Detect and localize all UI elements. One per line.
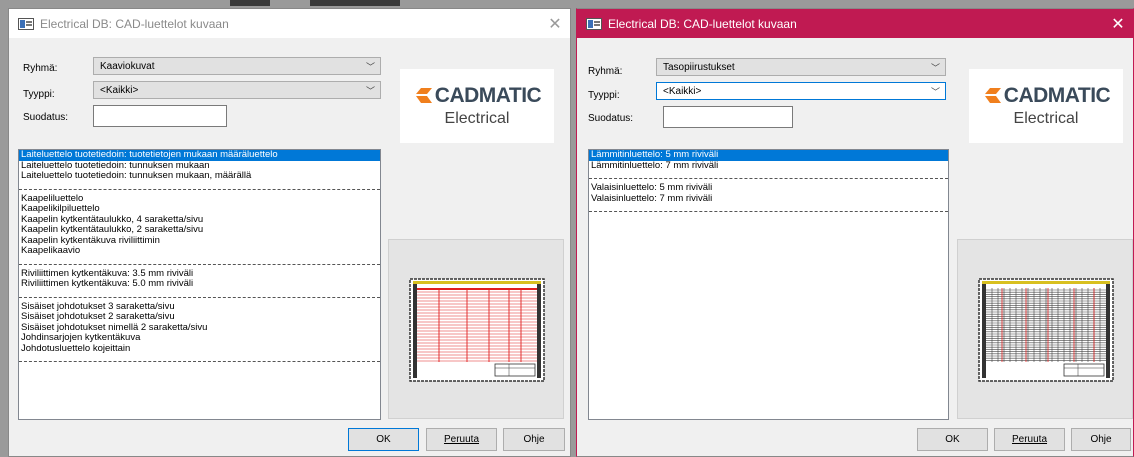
close-icon[interactable]: ✕ — [1103, 9, 1133, 38]
cadmatic-logo: CADMATIC Electrical — [400, 69, 554, 143]
ok-button[interactable]: OK — [917, 428, 988, 451]
cancel-label: Peruuta — [1011, 434, 1048, 445]
preview-thumbnail — [409, 278, 545, 382]
app-icon — [586, 17, 602, 30]
list-item[interactable]: Laiteluettelo tuotetiedoin: tunnuksen mu… — [19, 170, 380, 182]
list-separator — [19, 354, 380, 362]
template-list[interactable]: Lämmitinluettelo: 5 mm riviväli Lämmitinl… — [588, 149, 949, 420]
dialog-active: Electrical DB: CAD-luettelot kuvaan ✕ Ry… — [576, 8, 1134, 457]
background-strip — [230, 0, 270, 6]
list-item[interactable]: Kaapelin kytkentätaulukko, 2 saraketta/s… — [19, 224, 380, 236]
desktop: Electrical DB: CAD-luettelot kuvaan ✕ Ry… — [0, 0, 1134, 457]
list-item[interactable]: Valaisinluettelo: 5 mm riviväli — [589, 182, 948, 194]
type-dropdown[interactable]: <Kaikki> ﹀ — [656, 82, 946, 100]
group-label: Ryhmä: — [23, 63, 58, 74]
title-bar[interactable]: Electrical DB: CAD-luettelot kuvaan ✕ — [577, 9, 1133, 38]
type-value: <Kaikki> — [663, 85, 702, 97]
group-dropdown[interactable]: Kaaviokuvat ﹀ — [93, 57, 381, 75]
cadmatic-logo-mark — [984, 88, 1001, 103]
list-separator — [19, 182, 380, 190]
brand-name: CADMATIC — [434, 84, 542, 107]
preview-thumbnail — [978, 278, 1114, 382]
list-item[interactable]: Johdotusluettelo kojeittain — [19, 343, 380, 355]
list-separator — [589, 171, 948, 179]
cancel-button[interactable]: Peruuta — [426, 428, 497, 451]
group-label: Ryhmä: — [588, 66, 623, 77]
help-button[interactable]: Ohje — [503, 428, 565, 451]
preview-panel — [957, 239, 1133, 419]
list-item[interactable]: Riviliittimen kytkentäkuva: 5.0 mm riviv… — [19, 278, 380, 290]
filter-input[interactable] — [93, 105, 227, 127]
type-label: Tyyppi: — [588, 90, 620, 101]
group-dropdown[interactable]: Tasopiirustukset ﹀ — [656, 58, 946, 76]
filter-label: Suodatus: — [588, 113, 634, 124]
list-item[interactable]: Laiteluettelo tuotetiedoin: tuotetietoje… — [19, 150, 380, 161]
type-dropdown[interactable]: <Kaikki> ﹀ — [93, 81, 381, 99]
chevron-down-icon: ﹀ — [930, 87, 940, 97]
help-button[interactable]: Ohje — [1071, 428, 1131, 451]
list-item[interactable]: Kaapelikaavio — [19, 245, 380, 257]
title-bar[interactable]: Electrical DB: CAD-luettelot kuvaan ✕ — [9, 9, 570, 38]
product-name: Electrical — [444, 110, 510, 127]
list-item[interactable]: Kaapelikilpiluettelo — [19, 203, 380, 215]
filter-input[interactable] — [663, 106, 793, 128]
filter-label: Suodatus: — [23, 112, 69, 123]
dialog-inactive: Electrical DB: CAD-luettelot kuvaan ✕ Ry… — [8, 8, 571, 457]
list-item[interactable]: Valaisinluettelo: 7 mm riviväli — [589, 193, 948, 205]
preview-panel — [388, 239, 564, 419]
close-icon[interactable]: ✕ — [540, 9, 570, 38]
list-item[interactable]: Lämmitinluettelo: 5 mm riviväli — [589, 150, 948, 161]
group-value: Tasopiirustukset — [663, 61, 735, 73]
type-label: Tyyppi: — [23, 89, 55, 100]
chevron-down-icon: ﹀ — [930, 63, 940, 73]
chevron-down-icon: ﹀ — [365, 62, 375, 72]
app-icon — [18, 17, 34, 30]
product-name: Electrical — [1013, 110, 1079, 127]
brand-name: CADMATIC — [1003, 84, 1111, 107]
template-list[interactable]: Laiteluettelo tuotetiedoin: tuotetietoje… — [18, 149, 381, 420]
window-title: Electrical DB: CAD-luettelot kuvaan — [608, 16, 797, 31]
list-item[interactable]: Sisäiset johdotukset 2 saraketta/sivu — [19, 311, 380, 323]
cancel-label: Peruuta — [443, 434, 480, 445]
cadmatic-logo-mark — [415, 88, 432, 103]
list-item[interactable]: Lämmitinluettelo: 7 mm riviväli — [589, 160, 948, 172]
type-value: <Kaikki> — [100, 84, 139, 96]
background-strip — [310, 0, 400, 6]
list-item[interactable]: Johdinsarjojen kytkentäkuva — [19, 332, 380, 344]
list-separator — [19, 290, 380, 298]
chevron-down-icon: ﹀ — [365, 86, 375, 96]
cancel-button[interactable]: Peruuta — [994, 428, 1065, 451]
ok-button[interactable]: OK — [348, 428, 419, 451]
list-separator — [19, 257, 380, 265]
window-title: Electrical DB: CAD-luettelot kuvaan — [40, 16, 229, 31]
group-value: Kaaviokuvat — [100, 60, 155, 72]
list-separator — [589, 204, 948, 212]
cadmatic-logo: CADMATIC Electrical — [969, 69, 1123, 143]
